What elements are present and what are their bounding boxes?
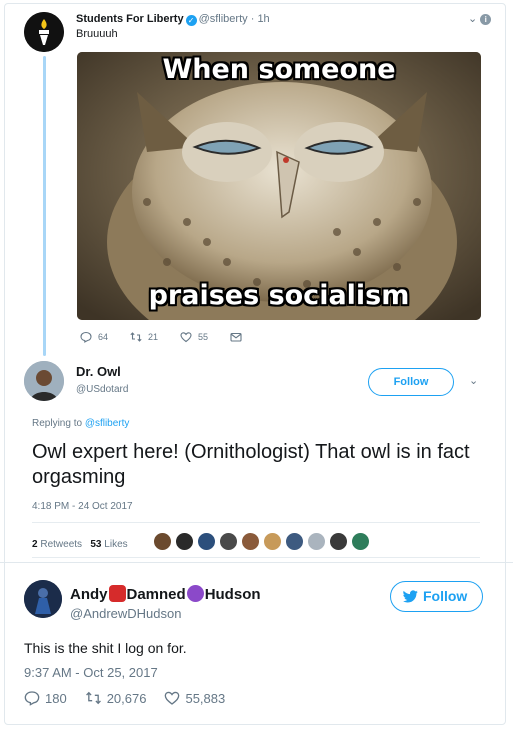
display-name[interactable]: Students For Liberty xyxy=(76,13,184,25)
avatar[interactable] xyxy=(24,12,64,52)
replying-to: Replying to @sfliberty xyxy=(32,418,129,429)
retweet-count: 21 xyxy=(148,332,159,342)
meme-bottom-caption: praises socialism xyxy=(148,280,410,311)
tweet-actions: 64 21 55 xyxy=(80,331,270,343)
handle[interactable]: @sfliberty xyxy=(199,13,248,25)
retweets-value[interactable]: 2 xyxy=(32,539,38,550)
chevron-down-icon[interactable]: ⌄ xyxy=(468,13,477,25)
liker-avatar[interactable] xyxy=(263,532,282,551)
follow-button[interactable]: Follow xyxy=(390,581,483,612)
liker-avatar[interactable] xyxy=(285,532,304,551)
display-name[interactable]: Andy Damned Hudson xyxy=(70,585,261,603)
heart-icon xyxy=(180,332,192,343)
torch-logo-icon xyxy=(24,12,64,52)
retweet-button[interactable]: 20,676 xyxy=(85,690,147,706)
liker-avatars xyxy=(153,532,373,551)
reply-button[interactable]: 180 xyxy=(24,690,67,706)
retweet-button[interactable]: 21 xyxy=(130,331,158,343)
tweet-timestamp[interactable]: 9:37 AM - Oct 25, 2017 xyxy=(24,665,158,680)
liker-avatar[interactable] xyxy=(219,532,238,551)
liker-avatar[interactable] xyxy=(175,532,194,551)
follow-label: Follow xyxy=(423,588,468,604)
liker-avatar[interactable] xyxy=(197,532,216,551)
reply-icon xyxy=(80,331,92,343)
user-photo xyxy=(24,361,64,401)
divider xyxy=(32,522,480,523)
tweet-actions: 180 20,676 55,883 xyxy=(24,690,243,706)
time-separator: · xyxy=(250,13,255,25)
replying-prefix: Replying to xyxy=(32,418,83,429)
tweet-text: Bruuuuh xyxy=(76,28,118,40)
follow-button[interactable]: Follow xyxy=(368,368,454,396)
handle[interactable]: @AndrewDHudson xyxy=(70,606,181,621)
retweet-count: 20,676 xyxy=(106,690,147,706)
reply-icon xyxy=(24,691,40,706)
engagement-stats: 2 Retweets 53 Likes xyxy=(32,539,128,550)
info-icon[interactable]: i xyxy=(480,14,492,25)
twitter-bird-icon xyxy=(403,590,418,603)
liker-avatar[interactable] xyxy=(153,532,172,551)
user-photo xyxy=(24,580,62,618)
likes-value[interactable]: 53 xyxy=(90,539,101,550)
avatar[interactable] xyxy=(24,361,64,401)
reply-count: 64 xyxy=(98,332,109,342)
display-name[interactable]: Dr. Owl xyxy=(76,364,121,379)
tweet-text: Owl expert here! (Ornithologist) That ow… xyxy=(32,441,470,488)
ogre-emoji-icon xyxy=(108,585,126,602)
meme-image[interactable]: When someone praises socialism xyxy=(77,52,481,320)
likes-label[interactable]: Likes xyxy=(104,539,127,550)
avatar[interactable] xyxy=(24,580,62,618)
devil-emoji-icon xyxy=(186,585,204,602)
divider xyxy=(32,557,480,558)
liker-avatar[interactable] xyxy=(351,532,370,551)
retweet-icon xyxy=(130,332,142,342)
verified-badge-icon: ✓ xyxy=(185,15,197,26)
display-name-part: Damned xyxy=(126,586,186,603)
handle[interactable]: @USdotard xyxy=(76,384,128,395)
liker-avatar[interactable] xyxy=(307,532,326,551)
dm-button[interactable] xyxy=(230,331,248,343)
retweets-label[interactable]: Retweets xyxy=(40,539,82,550)
retweet-icon xyxy=(85,691,101,705)
liker-avatar[interactable] xyxy=(329,532,348,551)
heart-icon xyxy=(165,691,180,705)
like-button[interactable]: 55,883 xyxy=(164,690,225,706)
tweet-text: This is the shit I log on for. xyxy=(24,640,187,656)
divider xyxy=(0,562,513,563)
chevron-down-icon[interactable]: ⌄ xyxy=(469,374,478,387)
tweet-menu: ⌄ i xyxy=(468,12,492,25)
thread-line xyxy=(43,56,46,356)
liker-avatar[interactable] xyxy=(241,532,260,551)
reply-button[interactable]: 64 xyxy=(80,331,108,343)
display-name-part: Andy xyxy=(70,586,108,603)
tweet-time[interactable]: 1h xyxy=(257,13,269,25)
like-count: 55 xyxy=(198,332,209,342)
meme-top-caption: When someone xyxy=(162,54,396,85)
display-name-part: Hudson xyxy=(204,586,261,603)
like-button[interactable]: 55 xyxy=(180,331,208,343)
like-count: 55,883 xyxy=(185,690,226,706)
tweet-header: Students For Liberty ✓ @sfliberty · 1h xyxy=(76,13,270,26)
tweet-timestamp[interactable]: 4:18 PM - 24 Oct 2017 xyxy=(32,501,133,512)
reply-count: 180 xyxy=(45,690,67,706)
dm-icon xyxy=(230,332,242,342)
replying-to-handle[interactable]: @sfliberty xyxy=(85,418,130,429)
